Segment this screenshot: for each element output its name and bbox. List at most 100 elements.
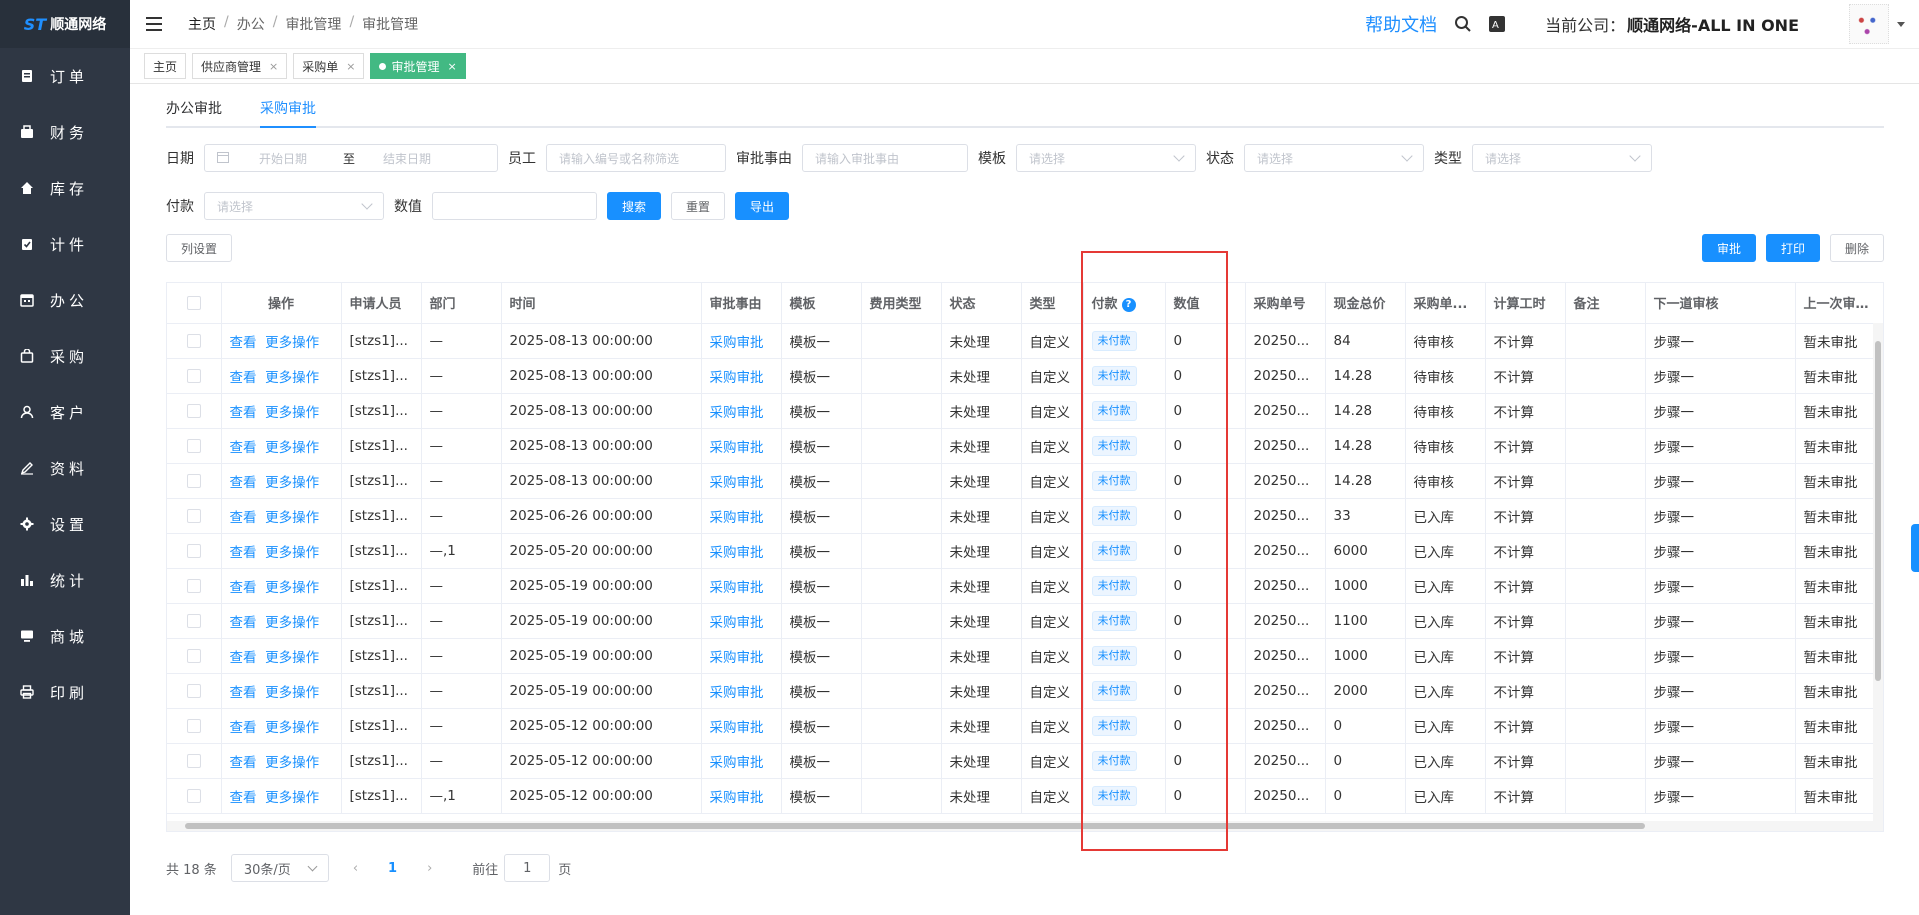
- table-row[interactable]: 查看 更多操作 [stzs1]... —,1 2025-05-20 00:00:00 采…: [167, 533, 1883, 569]
- reason-link[interactable]: 采购审批: [710, 720, 764, 736]
- sidebar-item[interactable]: 设置: [0, 496, 130, 552]
- sidebar-item[interactable]: 统计: [0, 552, 130, 608]
- more-actions-link[interactable]: 更多操作: [265, 370, 319, 386]
- view-link[interactable]: 查看: [230, 720, 257, 736]
- template-select[interactable]: 请选择: [1016, 144, 1196, 172]
- next-page-icon[interactable]: ›: [427, 861, 432, 876]
- table-row[interactable]: 查看 更多操作 [stzs1]... — 2025-08-13 00:00:00 采购审…: [167, 463, 1883, 499]
- goto-page-input[interactable]: 1: [504, 854, 551, 882]
- sidebar-item[interactable]: 库存: [0, 160, 130, 216]
- table-row[interactable]: 查看 更多操作 [stzs1]... — 2025-05-19 00:00:00 采购审…: [167, 638, 1883, 674]
- row-checkbox[interactable]: [186, 613, 201, 628]
- help-docs-link[interactable]: 帮助文档: [1365, 11, 1437, 37]
- row-checkbox[interactable]: [186, 333, 201, 348]
- view-link[interactable]: 查看: [230, 685, 257, 701]
- sidebar-item[interactable]: 资料: [0, 440, 130, 496]
- date-range-picker[interactable]: 开始日期 至 结束日期: [204, 144, 498, 172]
- view-link[interactable]: 查看: [230, 755, 257, 771]
- more-actions-link[interactable]: 更多操作: [265, 615, 319, 631]
- type-select[interactable]: 请选择: [1472, 144, 1652, 172]
- view-link[interactable]: 查看: [230, 335, 257, 351]
- sidebar-item[interactable]: 财务: [0, 104, 130, 160]
- reason-link[interactable]: 采购审批: [710, 685, 764, 701]
- reason-link[interactable]: 采购审批: [710, 580, 764, 596]
- font-size-icon[interactable]: A: [1487, 14, 1507, 34]
- delete-button[interactable]: 删除: [1829, 234, 1884, 262]
- more-actions-link[interactable]: 更多操作: [265, 790, 319, 806]
- reason-link[interactable]: 采购审批: [710, 510, 764, 526]
- sidebar-item[interactable]: 订单: [0, 48, 130, 104]
- horizontal-scrollbar[interactable]: [167, 821, 1883, 831]
- sidebar-item[interactable]: 客户: [0, 384, 130, 440]
- more-actions-link[interactable]: 更多操作: [265, 580, 319, 596]
- row-checkbox[interactable]: [186, 543, 201, 558]
- breadcrumb-item[interactable]: 办公: [237, 14, 265, 34]
- company-name[interactable]: 顺通网络-ALL IN ONE: [1627, 12, 1799, 36]
- sidebar-item[interactable]: 计件: [0, 216, 130, 272]
- payment-select[interactable]: 请选择: [204, 192, 384, 220]
- reason-link[interactable]: 采购审批: [710, 335, 764, 351]
- row-checkbox[interactable]: [186, 473, 201, 488]
- search-icon[interactable]: [1453, 14, 1473, 34]
- sidebar-item[interactable]: 商城: [0, 608, 130, 664]
- row-checkbox[interactable]: [186, 438, 201, 453]
- view-link[interactable]: 查看: [230, 370, 257, 386]
- select-all-checkbox[interactable]: [186, 295, 201, 310]
- table-row[interactable]: 查看 更多操作 [stzs1]... —,1 2025-05-12 00:00:00 采…: [167, 778, 1883, 814]
- table-row[interactable]: 查看 更多操作 [stzs1]... — 2025-05-12 00:00:00 采购审…: [167, 708, 1883, 744]
- table-row[interactable]: 查看 更多操作 [stzs1]... — 2025-05-19 00:00:00 采购审…: [167, 603, 1883, 639]
- more-actions-link[interactable]: 更多操作: [265, 685, 319, 701]
- menu-toggle-icon[interactable]: [146, 17, 162, 31]
- sidebar-item[interactable]: 采购: [0, 328, 130, 384]
- page-size-select[interactable]: 30条/页: [230, 854, 329, 882]
- table-row[interactable]: 查看 更多操作 [stzs1]... — 2025-08-13 00:00:00 采购审…: [167, 428, 1883, 464]
- reason-link[interactable]: 采购审批: [710, 440, 764, 456]
- row-checkbox[interactable]: [186, 753, 201, 768]
- row-checkbox[interactable]: [186, 508, 201, 523]
- column-settings-button[interactable]: 列设置: [166, 234, 233, 262]
- table-row[interactable]: 查看 更多操作 [stzs1]... — 2025-08-13 00:00:00 采购审…: [167, 323, 1883, 359]
- row-checkbox[interactable]: [186, 788, 201, 803]
- page-number[interactable]: 1: [388, 861, 397, 876]
- subtab[interactable]: 办公审批: [166, 98, 222, 126]
- employee-input[interactable]: 请输入编号或名称筛选: [546, 144, 726, 172]
- table-row[interactable]: 查看 更多操作 [stzs1]... — 2025-05-12 00:00:00 采购审…: [167, 743, 1883, 779]
- sidebar-item[interactable]: 印刷: [0, 664, 130, 720]
- view-link[interactable]: 查看: [230, 475, 257, 491]
- page-tab[interactable]: 供应商管理 ×: [192, 53, 288, 79]
- view-link[interactable]: 查看: [230, 650, 257, 666]
- reset-button[interactable]: 重置: [671, 192, 726, 220]
- reason-link[interactable]: 采购审批: [710, 650, 764, 666]
- export-button[interactable]: 导出: [735, 192, 790, 220]
- sidebar-item[interactable]: 办公: [0, 272, 130, 328]
- view-link[interactable]: 查看: [230, 615, 257, 631]
- view-link[interactable]: 查看: [230, 545, 257, 561]
- vertical-scrollbar[interactable]: [1873, 323, 1883, 821]
- reason-link[interactable]: 采购审批: [710, 370, 764, 386]
- table-row[interactable]: 查看 更多操作 [stzs1]... — 2025-06-26 00:00:00 采购审…: [167, 498, 1883, 534]
- row-checkbox[interactable]: [186, 683, 201, 698]
- prev-page-icon[interactable]: ‹: [353, 861, 358, 876]
- reason-link[interactable]: 采购审批: [710, 615, 764, 631]
- view-link[interactable]: 查看: [230, 580, 257, 596]
- reason-link[interactable]: 采购审批: [710, 475, 764, 491]
- view-link[interactable]: 查看: [230, 440, 257, 456]
- reason-link[interactable]: 采购审批: [710, 545, 764, 561]
- row-checkbox[interactable]: [186, 718, 201, 733]
- more-actions-link[interactable]: 更多操作: [265, 720, 319, 736]
- page-tab[interactable]: 采购单 ×: [293, 53, 365, 79]
- table-row[interactable]: 查看 更多操作 [stzs1]... — 2025-05-19 00:00:00 采购审…: [167, 673, 1883, 709]
- view-link[interactable]: 查看: [230, 405, 257, 421]
- more-actions-link[interactable]: 更多操作: [265, 475, 319, 491]
- search-button[interactable]: 搜索: [607, 192, 662, 220]
- reason-link[interactable]: 采购审批: [710, 790, 764, 806]
- more-actions-link[interactable]: 更多操作: [265, 755, 319, 771]
- table-row[interactable]: 查看 更多操作 [stzs1]... — 2025-08-13 00:00:00 采购审…: [167, 393, 1883, 429]
- close-icon[interactable]: ×: [269, 60, 278, 73]
- more-actions-link[interactable]: 更多操作: [265, 335, 319, 351]
- row-checkbox[interactable]: [186, 403, 201, 418]
- page-tab[interactable]: 审批管理 ×: [370, 53, 466, 79]
- reason-input[interactable]: 请输入审批事由: [802, 144, 968, 172]
- subtab[interactable]: 采购审批: [260, 98, 316, 128]
- breadcrumb-item[interactable]: 审批管理: [285, 14, 341, 34]
